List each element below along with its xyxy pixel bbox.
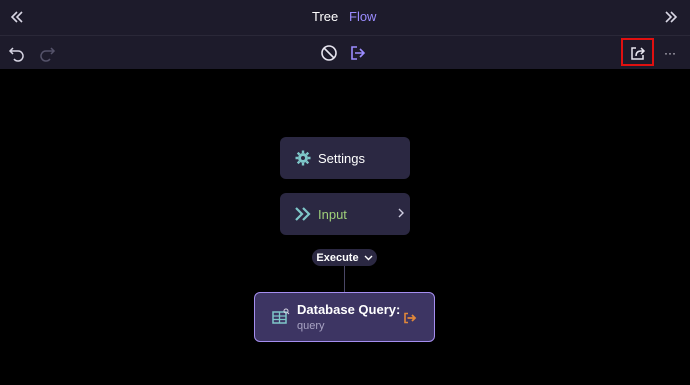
database-query-title: Database Query: bbox=[297, 302, 401, 317]
execute-badge-label: Execute bbox=[316, 251, 359, 264]
database-query-subtitle: query bbox=[297, 320, 325, 332]
input-node-label: Input bbox=[318, 206, 347, 222]
double-chevron-right-icon bbox=[294, 207, 312, 221]
export-highlight-box bbox=[621, 38, 654, 66]
flow-connector bbox=[344, 266, 345, 293]
chevrons-left-icon[interactable] bbox=[8, 8, 26, 26]
table-search-icon bbox=[272, 308, 290, 324]
gear-icon bbox=[295, 150, 311, 166]
exit-icon[interactable] bbox=[403, 312, 417, 324]
arrow-right-box-icon[interactable] bbox=[348, 43, 368, 63]
top-bar: Tree Flow bbox=[0, 0, 690, 36]
tab-flow[interactable]: Flow bbox=[349, 9, 376, 24]
database-query-node[interactable]: Database Query: query bbox=[254, 292, 435, 342]
input-node[interactable]: Input bbox=[280, 193, 410, 235]
more-menu-button[interactable]: ··· bbox=[660, 44, 680, 62]
tab-tree[interactable]: Tree bbox=[312, 9, 338, 24]
settings-node[interactable]: Settings bbox=[280, 137, 410, 179]
ban-icon[interactable] bbox=[319, 43, 339, 63]
chevrons-right-icon[interactable] bbox=[662, 8, 680, 26]
undo-icon[interactable] bbox=[7, 43, 27, 63]
chevron-right-icon[interactable] bbox=[398, 208, 404, 218]
chevron-down-icon bbox=[364, 255, 373, 261]
execute-badge[interactable]: Execute bbox=[312, 249, 377, 266]
toolbar: ··· bbox=[0, 36, 690, 69]
settings-node-label: Settings bbox=[318, 150, 365, 166]
redo-icon[interactable] bbox=[37, 43, 57, 63]
